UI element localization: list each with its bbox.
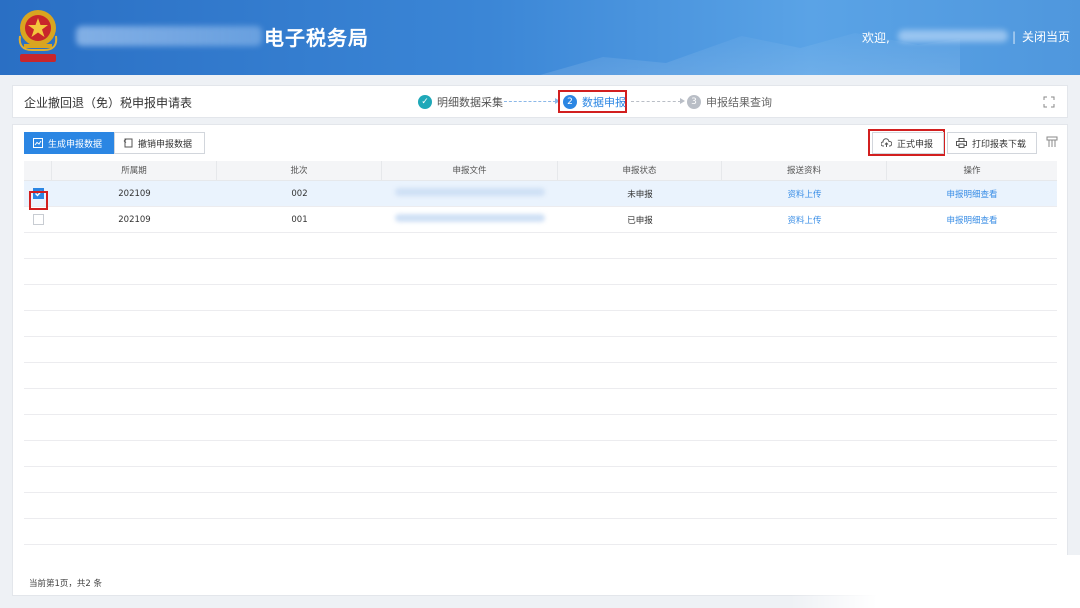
period-cell: 202109 <box>118 188 151 199</box>
printer-icon <box>956 138 967 148</box>
button-label: 正式申报 <box>897 139 934 150</box>
step-number-icon: 2 <box>563 95 577 109</box>
empty-row <box>24 285 1057 311</box>
close-page-link[interactable]: 关闭当页 <box>1012 28 1070 45</box>
step-data-declaration[interactable]: 2 数据申报 <box>563 94 626 110</box>
watermark-fade <box>790 555 1080 608</box>
empty-row <box>24 519 1057 545</box>
check-circle-icon: ✓ <box>418 95 432 109</box>
column-header-materials: 报送资料 <box>722 161 887 181</box>
view-details-link[interactable]: 申报明细查看 <box>887 214 1057 226</box>
pagination-info: 当前第1页，共2 条 <box>29 579 103 589</box>
column-header-batch: 批次 <box>217 161 382 181</box>
main-panel: 生成申报数据 撤销申报数据 正式申报 打印报表下载 所属期 批次 申报文件 申报… <box>12 124 1068 596</box>
row-checkbox[interactable] <box>32 214 44 225</box>
step-connector <box>504 98 560 104</box>
redacted-brand-prefix <box>76 26 262 46</box>
row-select-cell <box>24 214 52 225</box>
declaration-table: 所属期 批次 申报文件 申报状态 报送资料 操作 202109 002 未申报 … <box>24 161 1057 545</box>
empty-row <box>24 363 1057 389</box>
batch-cell: 001 <box>291 214 308 225</box>
chart-icon <box>33 138 43 148</box>
column-header-file: 申报文件 <box>382 161 558 181</box>
empty-row <box>24 259 1057 285</box>
table-row[interactable]: 202109 002 未申报 资料上传 申报明细查看 <box>24 181 1057 210</box>
header-background-art <box>540 33 960 75</box>
table-header: 所属期 批次 申报文件 申报状态 报送资料 操作 <box>24 161 1057 181</box>
empty-row <box>24 467 1057 493</box>
empty-row <box>24 493 1057 519</box>
fullscreen-icon[interactable] <box>1043 96 1055 108</box>
app-title: 电子税务局 <box>264 26 369 50</box>
file-cell[interactable] <box>382 188 558 199</box>
redacted-file-link[interactable] <box>395 214 545 222</box>
column-header-actions: 操作 <box>963 166 981 176</box>
button-label: 撤销申报数据 <box>138 139 193 150</box>
empty-row <box>24 389 1057 415</box>
column-settings-icon[interactable] <box>1046 136 1058 148</box>
empty-row <box>24 311 1057 337</box>
status-cell: 已申报 <box>627 215 653 226</box>
step-connector <box>631 98 685 104</box>
column-header-status: 申报状态 <box>558 161 722 181</box>
step-result-query[interactable]: 3 申报结果查询 <box>687 94 772 110</box>
step-label: 申报结果查询 <box>706 96 772 109</box>
column-header-period: 所属期 <box>52 161 217 181</box>
empty-row <box>24 337 1057 363</box>
generate-data-button[interactable]: 生成申报数据 <box>24 132 114 154</box>
revoke-data-button[interactable]: 撤销申报数据 <box>114 132 205 154</box>
column-header-select <box>24 161 52 181</box>
status-cell: 未申报 <box>627 189 653 200</box>
redacted-user-name <box>898 30 1008 42</box>
step-detail-collection[interactable]: ✓ 明细数据采集 <box>418 94 503 110</box>
row-select-cell <box>24 188 52 210</box>
step-label: 数据申报 <box>582 96 626 109</box>
app-header: 电子税务局 欢迎, 关闭当页 <box>0 0 1080 75</box>
upload-materials-link[interactable]: 资料上传 <box>722 214 887 226</box>
batch-cell: 002 <box>291 188 308 199</box>
welcome-text: 欢迎, <box>862 31 890 45</box>
print-download-button[interactable]: 打印报表下载 <box>947 132 1037 154</box>
upload-materials-link[interactable]: 资料上传 <box>722 188 887 200</box>
file-cell[interactable] <box>382 214 558 225</box>
undo-document-icon <box>123 138 133 148</box>
step-number-icon: 3 <box>687 95 701 109</box>
highlight-box <box>29 191 48 210</box>
empty-row <box>24 441 1057 467</box>
upload-cloud-icon <box>881 138 892 148</box>
view-details-link[interactable]: 申报明细查看 <box>887 188 1057 200</box>
tax-emblem-icon <box>18 10 58 62</box>
period-cell: 202109 <box>118 214 151 225</box>
step-bar: 企业撤回退（免）税申报申请表 ✓ 明细数据采集 2 数据申报 3 申报结果查询 <box>12 85 1068 118</box>
empty-row <box>24 415 1057 441</box>
table-row[interactable]: 202109 001 已申报 资料上传 申报明细查看 <box>24 207 1057 233</box>
redacted-file-link[interactable] <box>395 188 545 196</box>
page-title: 企业撤回退（免）税申报申请表 <box>24 96 193 110</box>
formal-submit-button[interactable]: 正式申报 <box>872 132 944 154</box>
button-label: 生成申报数据 <box>48 139 103 150</box>
step-label: 明细数据采集 <box>437 96 503 109</box>
empty-row <box>24 233 1057 259</box>
button-label: 打印报表下载 <box>972 139 1027 150</box>
